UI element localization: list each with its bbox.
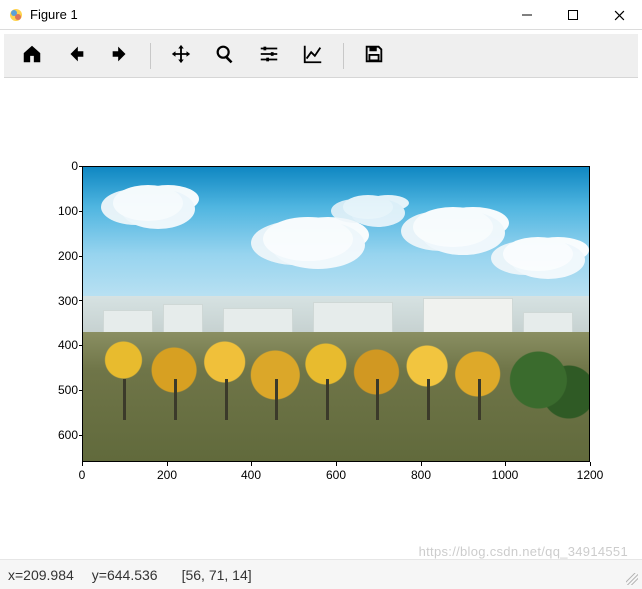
toolbar-separator xyxy=(150,43,151,69)
ytick-label: 500 xyxy=(38,383,78,397)
window-controls xyxy=(504,0,642,29)
xtick-label: 600 xyxy=(316,468,356,482)
zoom-icon xyxy=(214,43,236,68)
zoom-button[interactable] xyxy=(205,38,245,74)
save-button[interactable] xyxy=(354,38,394,74)
forward-button[interactable] xyxy=(100,38,140,74)
arrow-left-icon xyxy=(65,43,87,68)
toolbar xyxy=(4,34,638,78)
xtick-label: 400 xyxy=(231,468,271,482)
xtick-label: 800 xyxy=(401,468,441,482)
pan-button[interactable] xyxy=(161,38,201,74)
ytick-label: 0 xyxy=(38,159,78,173)
maximize-button[interactable] xyxy=(550,0,596,30)
ytick-label: 200 xyxy=(38,249,78,263)
minimize-button[interactable] xyxy=(504,0,550,30)
ytick-label: 300 xyxy=(38,294,78,308)
xtick-label: 200 xyxy=(147,468,187,482)
status-cursor-y: y=644.536 xyxy=(92,567,158,583)
status-pixel-value: [56, 71, 14] xyxy=(182,567,252,583)
move-icon xyxy=(170,43,192,68)
toolbar-separator xyxy=(343,43,344,69)
home-button[interactable] xyxy=(12,38,52,74)
xtick-label: 1000 xyxy=(485,468,525,482)
xtick-label: 0 xyxy=(62,468,102,482)
arrow-right-icon xyxy=(109,43,131,68)
image-region-trees xyxy=(83,320,589,420)
status-cursor-x: x=209.984 xyxy=(8,567,74,583)
xtick-label: 1200 xyxy=(570,468,610,482)
sliders-icon xyxy=(258,43,280,68)
save-icon xyxy=(363,43,385,68)
close-button[interactable] xyxy=(596,0,642,30)
window-title: Figure 1 xyxy=(30,7,504,22)
app-icon xyxy=(8,7,24,23)
statusbar: x=209.984 y=644.536 [56, 71, 14] xyxy=(0,559,642,589)
configure-subplots-button[interactable] xyxy=(249,38,289,74)
back-button[interactable] xyxy=(56,38,96,74)
watermark-text: https://blog.csdn.net/qq_34914551 xyxy=(419,544,628,559)
figure-canvas[interactable]: 0 100 200 300 400 500 600 0 200 400 600 … xyxy=(0,80,642,550)
titlebar: Figure 1 xyxy=(0,0,642,30)
home-icon xyxy=(21,43,43,68)
edit-axes-button[interactable] xyxy=(293,38,333,74)
ytick-label: 400 xyxy=(38,338,78,352)
ytick-label: 600 xyxy=(38,428,78,442)
resize-grip-icon[interactable] xyxy=(626,573,638,585)
axes[interactable] xyxy=(82,166,590,462)
chart-line-icon xyxy=(302,43,324,68)
ytick-label: 100 xyxy=(38,204,78,218)
